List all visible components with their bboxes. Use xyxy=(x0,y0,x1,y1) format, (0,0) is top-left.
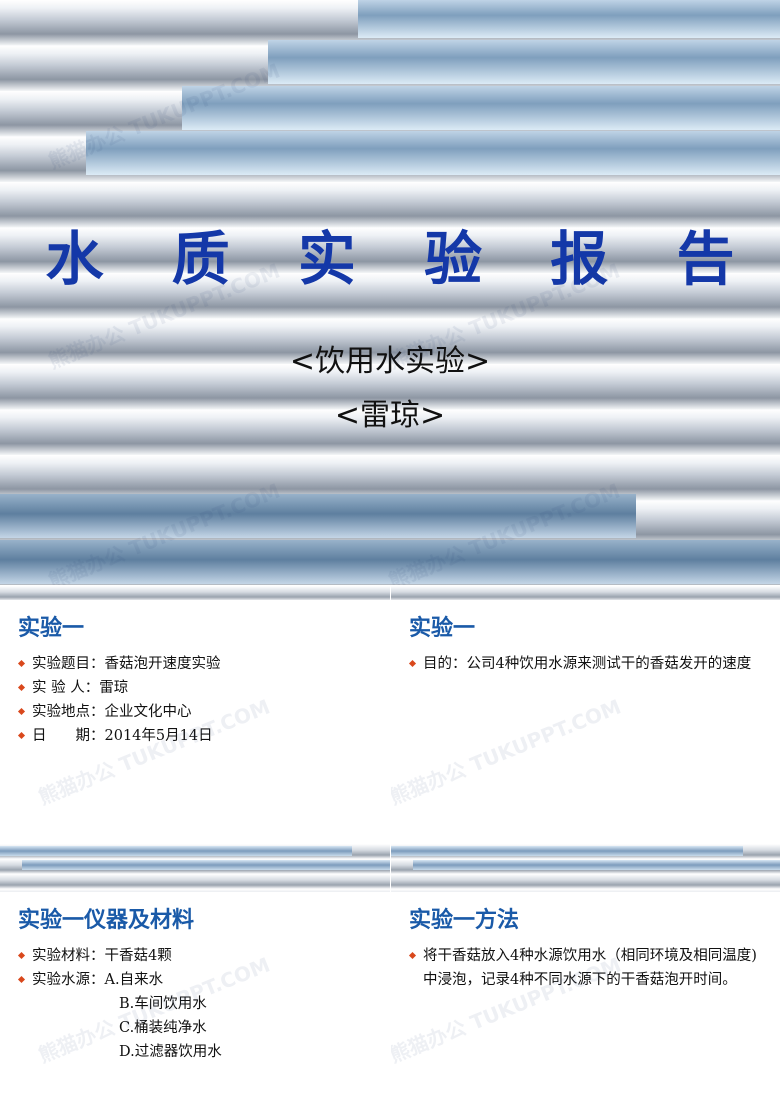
diamond-bullet-icon xyxy=(408,951,417,960)
header-decoration xyxy=(391,844,780,892)
slide-experiment-info: 实验一 实验题目：香菇泡开速度实验 实 验 人：雷琼 实验地点：企业文化中心 日… xyxy=(0,586,390,844)
decor-bar xyxy=(268,40,780,84)
list-item: 实验题目：香菇泡开速度实验 xyxy=(17,652,376,676)
slide-heading: 实验一仪器及材料 xyxy=(18,908,195,933)
list-item: 实验水源：A.自来水 xyxy=(17,968,376,992)
slide-heading: 实验一 xyxy=(409,616,476,641)
list-item: 实验地点：企业文化中心 xyxy=(17,700,376,724)
subtitle-experiment: <饮用水实验> xyxy=(289,344,491,379)
decor-bar xyxy=(0,540,780,584)
title-slide: 水 质 实 验 报 告 <饮用水实验> <雷琼> 熊猫办公 TUKUPPT.CO… xyxy=(0,0,780,585)
header-decoration xyxy=(0,586,390,600)
list-item: 实验材料：干香菇4颗 xyxy=(17,944,376,968)
slide-method: 实验一方法 将干香菇放入4种水源饮用水（相同环境及相同温度)中浸泡，记录4种不同… xyxy=(391,844,780,1102)
diamond-bullet-icon xyxy=(17,659,26,668)
list-item: 目的：公司4种饮用水源来测试干的香菇发开的速度 xyxy=(408,652,767,676)
diamond-bullet-icon xyxy=(17,683,26,692)
diamond-bullet-icon xyxy=(408,659,417,668)
list-item: D.过滤器饮用水 xyxy=(119,1044,222,1060)
bullet-list: 将干香菇放入4种水源饮用水（相同环境及相同温度)中浸泡，记录4种不同水源下的干香… xyxy=(408,944,767,992)
slide-experiment-purpose: 实验一 目的：公司4种饮用水源来测试干的香菇发开的速度 熊猫办公 TUKUPPT… xyxy=(391,586,780,844)
header-decoration xyxy=(391,586,780,600)
bullet-list: 目的：公司4种饮用水源来测试干的香菇发开的速度 xyxy=(408,652,767,676)
list-item: 日 期：2014年5月14日 xyxy=(17,724,376,748)
list-item: 实 验 人：雷琼 xyxy=(17,676,376,700)
watermark: 熊猫办公 TUKUPPT.COM xyxy=(391,694,625,810)
slide-heading: 实验一 xyxy=(18,616,85,641)
decor-bar xyxy=(182,86,780,130)
diamond-bullet-icon xyxy=(17,975,26,984)
diamond-bullet-icon xyxy=(17,731,26,740)
decor-bar xyxy=(358,0,780,38)
decor-bar xyxy=(86,131,780,175)
slide-materials: 实验一仪器及材料 实验材料：干香菇4颗 实验水源：A.自来水 B.车间饮用水 C… xyxy=(0,844,390,1102)
list-item: 将干香菇放入4种水源饮用水（相同环境及相同温度)中浸泡，记录4种不同水源下的干香… xyxy=(408,944,767,992)
header-decoration xyxy=(0,844,390,892)
list-item: C.桶装纯净水 xyxy=(119,1020,207,1036)
main-title: 水 质 实 验 报 告 xyxy=(45,225,759,293)
bullet-list: 实验题目：香菇泡开速度实验 实 验 人：雷琼 实验地点：企业文化中心 日 期：2… xyxy=(17,652,376,748)
subtitle-author: <雷琼> xyxy=(334,398,446,433)
list-item: B.车间饮用水 xyxy=(119,996,207,1012)
bullet-list: 实验材料：干香菇4颗 实验水源：A.自来水 B.车间饮用水 C.桶装纯净水 D.… xyxy=(17,944,376,1064)
diamond-bullet-icon xyxy=(17,707,26,716)
diamond-bullet-icon xyxy=(17,951,26,960)
decor-bar xyxy=(0,494,636,538)
slide-heading: 实验一方法 xyxy=(409,908,520,933)
